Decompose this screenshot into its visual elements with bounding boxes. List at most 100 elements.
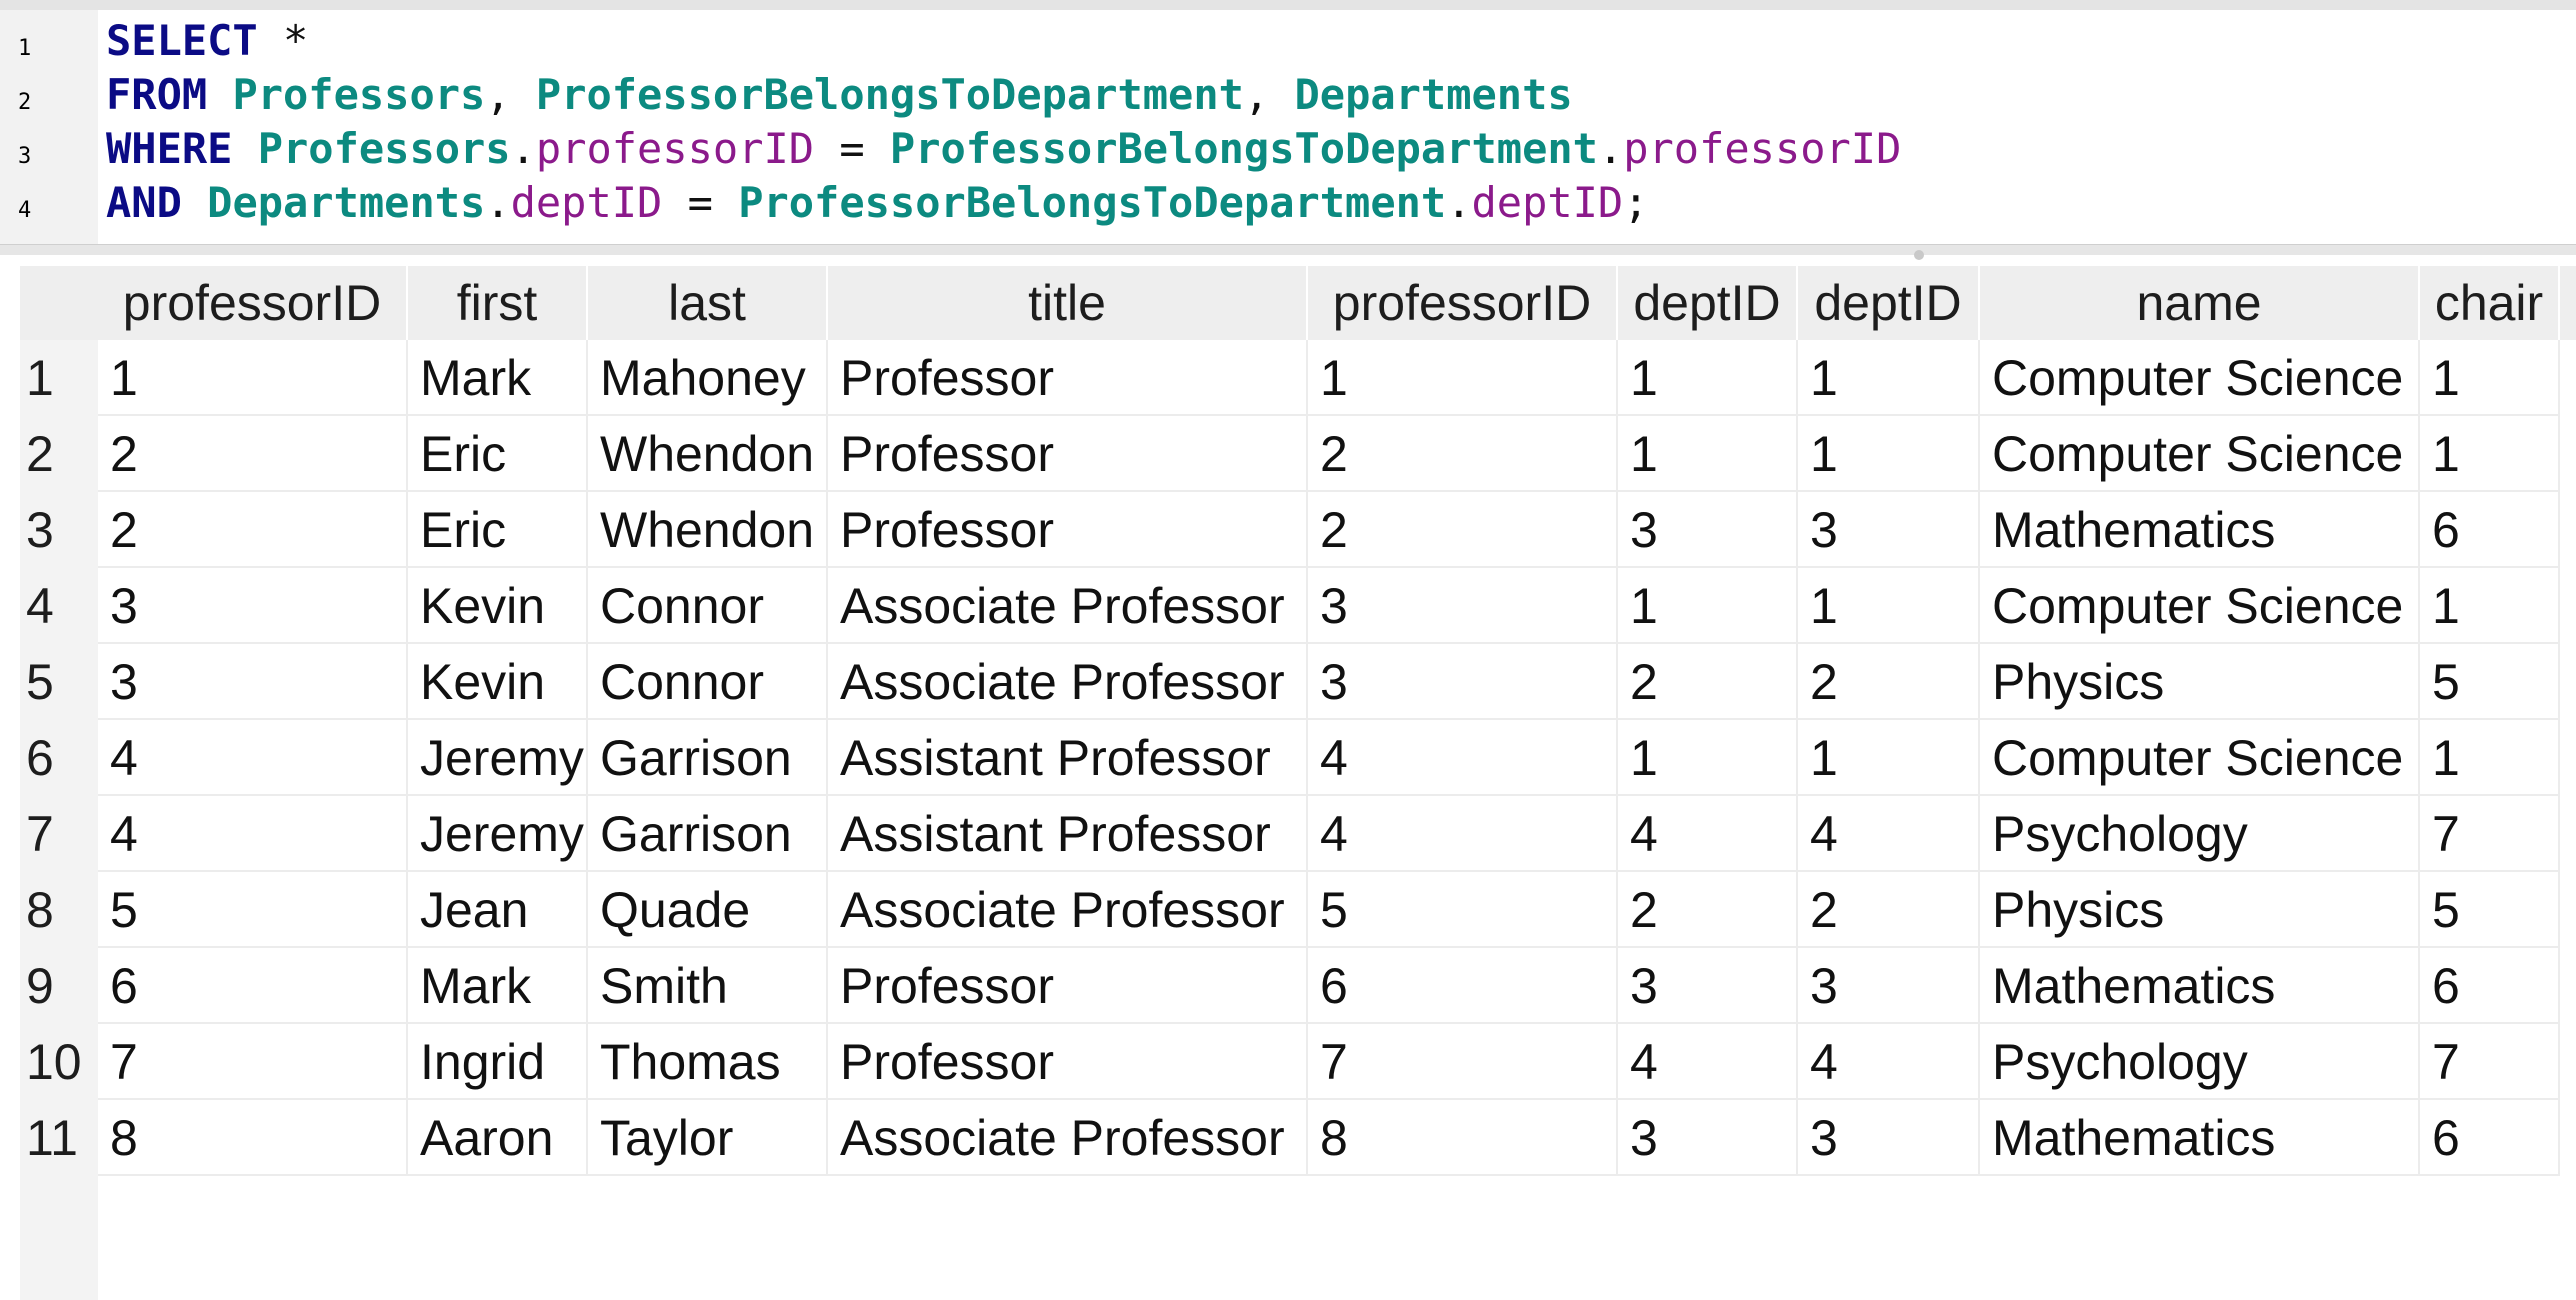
table-cell[interactable]: Assistant Professor xyxy=(828,720,1308,796)
code-line[interactable]: SELECT * xyxy=(106,14,308,68)
table-cell[interactable]: 5 xyxy=(2420,872,2560,948)
table-cell[interactable]: Computer Science xyxy=(1980,416,2420,492)
row-number[interactable]: 11 xyxy=(20,1100,98,1176)
table-cell[interactable]: 7 xyxy=(2420,796,2560,872)
row-number[interactable]: 10 xyxy=(20,1024,98,1100)
splitter[interactable] xyxy=(0,244,2576,255)
table-cell[interactable]: Physics xyxy=(1980,644,2420,720)
table-cell[interactable]: 4 xyxy=(98,796,408,872)
table-cell[interactable]: 2 xyxy=(98,416,408,492)
table-cell[interactable]: Eric xyxy=(408,416,588,492)
table-cell[interactable]: Psychology xyxy=(1980,796,2420,872)
table-cell[interactable]: 7 xyxy=(2420,1024,2560,1100)
table-cell[interactable]: 1 xyxy=(2420,340,2560,416)
table-cell[interactable]: 4 xyxy=(1308,720,1618,796)
table-cell[interactable]: Mathematics xyxy=(1980,1100,2420,1176)
table-cell[interactable]: Eric xyxy=(408,492,588,568)
table-cell[interactable]: 4 xyxy=(1798,796,1980,872)
table-cell[interactable]: Associate Professor xyxy=(828,872,1308,948)
table-cell[interactable]: Jeremy xyxy=(408,796,588,872)
table-cell[interactable]: 2 xyxy=(1798,872,1980,948)
table-cell[interactable]: Quade xyxy=(588,872,828,948)
table-cell[interactable]: Assistant Professor xyxy=(828,796,1308,872)
table-cell[interactable]: Mathematics xyxy=(1980,492,2420,568)
splitter-handle-icon[interactable] xyxy=(1914,250,1924,260)
table-cell[interactable]: Kevin xyxy=(408,568,588,644)
code-line[interactable]: FROM Professors, ProfessorBelongsToDepar… xyxy=(106,68,1573,122)
table-cell[interactable]: Physics xyxy=(1980,872,2420,948)
table-cell[interactable]: 5 xyxy=(98,872,408,948)
table-row[interactable]: 10 7 Ingrid Thomas Professor 7 4 4 Psychology 7 xyxy=(20,1024,2560,1100)
table-row[interactable]: 2 2 Eric Whendon Professor 2 1 1 Computer Scienc… xyxy=(20,416,2560,492)
table-row[interactable]: 4 3 Kevin Connor Associate Professor 3 1 1 Compu… xyxy=(20,568,2560,644)
table-cell[interactable]: Whendon xyxy=(588,492,828,568)
table-cell[interactable]: 3 xyxy=(98,644,408,720)
column-header-deptid[interactable]: deptID xyxy=(1798,266,1980,340)
table-cell[interactable]: 4 xyxy=(98,720,408,796)
table-cell[interactable]: Psychology xyxy=(1980,1024,2420,1100)
row-number[interactable]: 5 xyxy=(20,644,98,720)
table-cell[interactable]: Mahoney xyxy=(588,340,828,416)
row-number[interactable]: 9 xyxy=(20,948,98,1024)
table-cell[interactable]: Kevin xyxy=(408,644,588,720)
table-cell[interactable]: 3 xyxy=(1798,948,1980,1024)
table-cell[interactable]: 5 xyxy=(1308,872,1618,948)
table-cell[interactable]: 8 xyxy=(98,1100,408,1176)
table-cell[interactable]: 3 xyxy=(98,568,408,644)
table-cell[interactable]: 3 xyxy=(1618,1100,1798,1176)
table-cell[interactable]: Associate Professor xyxy=(828,1100,1308,1176)
table-cell[interactable]: 6 xyxy=(1308,948,1618,1024)
table-cell[interactable]: Taylor xyxy=(588,1100,828,1176)
table-cell[interactable]: Ingrid xyxy=(408,1024,588,1100)
table-cell[interactable]: Computer Science xyxy=(1980,568,2420,644)
table-cell[interactable]: Associate Professor xyxy=(828,644,1308,720)
table-cell[interactable]: 8 xyxy=(1308,1100,1618,1176)
table-cell[interactable]: 3 xyxy=(1618,948,1798,1024)
table-cell[interactable]: 2 xyxy=(1618,644,1798,720)
table-cell[interactable]: 4 xyxy=(1618,796,1798,872)
table-cell[interactable]: Connor xyxy=(588,568,828,644)
table-cell[interactable]: 2 xyxy=(1308,492,1618,568)
row-number[interactable]: 1 xyxy=(20,340,98,416)
table-cell[interactable]: 3 xyxy=(1308,644,1618,720)
table-cell[interactable]: Professor xyxy=(828,948,1308,1024)
table-cell[interactable]: 1 xyxy=(1618,568,1798,644)
column-header-chair[interactable]: chair xyxy=(2420,266,2560,340)
table-cell[interactable]: Associate Professor xyxy=(828,568,1308,644)
column-header-name[interactable]: name xyxy=(1980,266,2420,340)
table-cell[interactable]: 1 xyxy=(1798,416,1980,492)
table-cell[interactable]: 6 xyxy=(2420,492,2560,568)
table-cell[interactable]: 1 xyxy=(1618,416,1798,492)
table-cell[interactable]: Mark xyxy=(408,340,588,416)
code-line[interactable]: WHERE Professors.professorID = Professor… xyxy=(106,122,1901,176)
row-number[interactable]: 8 xyxy=(20,872,98,948)
table-cell[interactable]: 6 xyxy=(98,948,408,1024)
table-cell[interactable]: 2 xyxy=(1798,644,1980,720)
table-cell[interactable]: 1 xyxy=(98,340,408,416)
table-row[interactable]: 7 4 Jeremy Garrison Assistant Professor 4 4 4 Ps… xyxy=(20,796,2560,872)
column-header-professorid[interactable]: professorID xyxy=(1308,266,1618,340)
table-cell[interactable]: Smith xyxy=(588,948,828,1024)
table-cell[interactable]: Mark xyxy=(408,948,588,1024)
table-cell[interactable]: 1 xyxy=(1798,568,1980,644)
table-cell[interactable]: 4 xyxy=(1618,1024,1798,1100)
table-cell[interactable]: 5 xyxy=(2420,644,2560,720)
table-cell[interactable]: Mathematics xyxy=(1980,948,2420,1024)
table-row[interactable]: 11 8 Aaron Taylor Associate Professor 8 3 3 Math… xyxy=(20,1100,2560,1176)
table-cell[interactable]: Professor xyxy=(828,340,1308,416)
table-cell[interactable]: Aaron xyxy=(408,1100,588,1176)
column-header-professorid[interactable]: professorID xyxy=(98,266,408,340)
table-cell[interactable]: 6 xyxy=(2420,948,2560,1024)
table-cell[interactable]: Computer Science xyxy=(1980,340,2420,416)
table-cell[interactable]: 1 xyxy=(1798,340,1980,416)
table-cell[interactable]: 7 xyxy=(98,1024,408,1100)
table-cell[interactable]: Connor xyxy=(588,644,828,720)
row-number[interactable]: 7 xyxy=(20,796,98,872)
table-cell[interactable]: 2 xyxy=(98,492,408,568)
table-cell[interactable]: 3 xyxy=(1798,492,1980,568)
table-cell[interactable]: 6 xyxy=(2420,1100,2560,1176)
table-cell[interactable]: 1 xyxy=(2420,720,2560,796)
table-cell[interactable]: Thomas xyxy=(588,1024,828,1100)
table-row[interactable]: 8 5 Jean Quade Associate Professor 5 2 2 Physics… xyxy=(20,872,2560,948)
table-row[interactable]: 3 2 Eric Whendon Professor 2 3 3 Mathematics 6 xyxy=(20,492,2560,568)
